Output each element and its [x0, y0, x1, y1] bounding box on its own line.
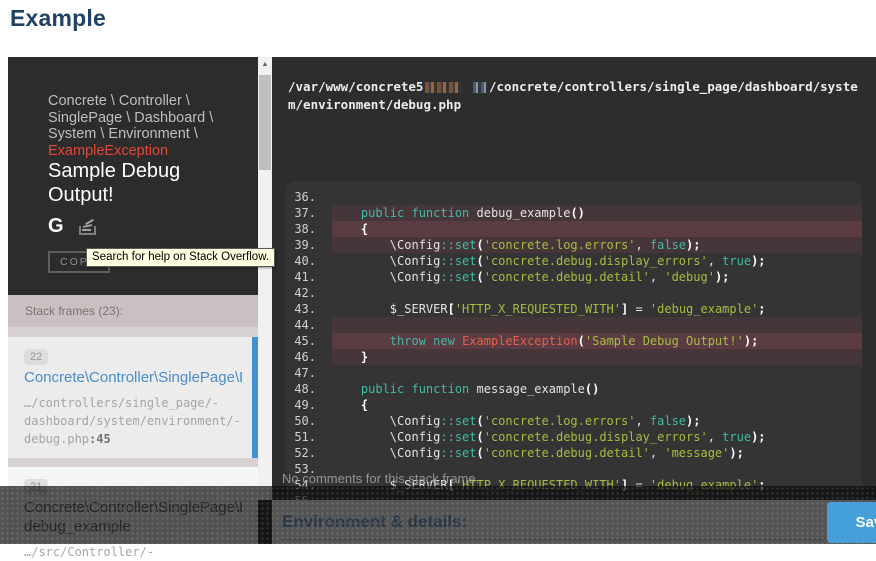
scrollbar-up-arrow-icon[interactable]: ▲: [258, 57, 272, 73]
exception-name: ExampleException: [48, 143, 168, 159]
divider: [8, 327, 258, 337]
scrollbar-thumb[interactable]: [259, 75, 271, 170]
code-line-50: 50. \Config::set('concrete.log.errors', …: [286, 413, 862, 429]
exception-namespace-line: Concrete \ Controller \: [48, 93, 190, 109]
redacted-text: [425, 82, 461, 93]
exception-summary: Concrete \ Controller \ SinglePage \ Das…: [8, 57, 258, 295]
google-search-icon[interactable]: G: [48, 215, 64, 237]
exception-namespace-line: SinglePage \ Dashboard \: [48, 110, 213, 126]
frame-title[interactable]: Concrete\Controller\SinglePage\Das: [24, 368, 242, 387]
code-line-38: 38. {: [286, 221, 862, 237]
code-line-49: 49. {: [286, 397, 862, 413]
code-panel: /var/www/concrete5 /concrete/controllers…: [272, 57, 876, 544]
sidebar-scrollbar[interactable]: ▲: [258, 57, 272, 500]
stack-frame-22[interactable]: 22 Concrete\Controller\SinglePage\Das …/…: [8, 337, 258, 458]
code-line-47: 47.: [286, 365, 862, 381]
frame-line-number: :45: [89, 432, 111, 446]
code-line-45: 45. throw new ExampleException('Sample D…: [286, 333, 862, 349]
edit-mode-overlay: [0, 486, 876, 544]
exception-namespace-line: System \ Environment \: [48, 126, 198, 142]
code-line-39: 39. \Config::set('concrete.log.errors', …: [286, 237, 862, 253]
whoops-error-panel: Concrete \ Controller \ SinglePage \ Das…: [8, 57, 876, 544]
frame-path-line: …/src/Controller/-: [24, 545, 154, 559]
page-title: Example: [10, 5, 106, 32]
stackoverflow-search-icon[interactable]: [78, 217, 95, 235]
frame-path: …/src/Controller/-: [24, 543, 242, 561]
frame-index-badge: 22: [24, 349, 48, 365]
code-line-44: 44.: [286, 317, 862, 333]
code-line-37: 37. public function debug_example(): [286, 205, 862, 221]
file-path-prefix: /var/www/concrete5: [288, 79, 423, 94]
stackoverflow-bar: [82, 229, 91, 231]
frame-path-line: …/controllers/single_page/-: [24, 396, 219, 410]
stack-frames-header: Stack frames (23):: [8, 295, 258, 327]
code-line-43: 43. $_SERVER['HTTP_X_REQUESTED_WITH'] = …: [286, 301, 862, 317]
code-line-46: 46. }: [286, 349, 862, 365]
exception-message: Sample Debug Output!: [48, 159, 223, 207]
code-line-40: 40. \Config::set('concrete.debug.display…: [286, 253, 862, 269]
frame-path-line: dashboard/system/environment/-: [24, 414, 241, 428]
redacted-text: [473, 82, 487, 93]
code-line-48: 48. public function message_example(): [286, 381, 862, 397]
exception-class: Concrete \ Controller \ SinglePage \ Das…: [48, 93, 213, 159]
frame-path-file: debug.php: [24, 432, 89, 446]
code-viewer: 36.37. public function debug_example()38…: [286, 181, 862, 515]
code-line-52: 52. \Config::set('concrete.debug.detail'…: [286, 445, 862, 461]
divider: [8, 458, 258, 467]
code-line-51: 51. \Config::set('concrete.debug.display…: [286, 429, 862, 445]
whoops-sidebar: Concrete \ Controller \ SinglePage \ Das…: [8, 57, 258, 544]
search-help-icons: G: [48, 215, 95, 237]
code-line-42: 42.: [286, 285, 862, 301]
frame-path: …/controllers/single_page/- dashboard/sy…: [24, 394, 242, 448]
stackoverflow-tooltip: Search for help on Stack Overflow.: [86, 248, 275, 267]
code-line-41: 41. \Config::set('concrete.debug.detail'…: [286, 269, 862, 285]
file-path-header: /var/www/concrete5 /concrete/controllers…: [288, 78, 860, 114]
no-comments-text: No comments for this stack frame.: [282, 471, 479, 486]
save-button[interactable]: Save: [827, 502, 876, 543]
code-line-36: 36.: [286, 189, 862, 205]
